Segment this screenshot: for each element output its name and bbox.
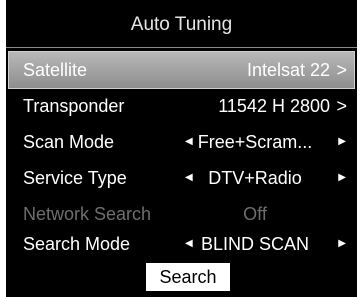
- transponder-row[interactable]: Transponder 11542 H 2800 >: [9, 88, 354, 124]
- satellite-value: Intelsat 22: [246, 60, 330, 80]
- satellite-row[interactable]: Satellite Intelsat 22 >: [8, 51, 355, 89]
- search-button-area: Search: [6, 263, 357, 293]
- triangle-right-icon[interactable]: ▶: [338, 160, 346, 196]
- triangle-right-icon[interactable]: ▶: [338, 226, 346, 262]
- service-type-row[interactable]: Service Type ◀ DTV+Radio ▶: [9, 160, 354, 196]
- search-button[interactable]: Search: [146, 263, 230, 291]
- triangle-right-icon[interactable]: ▶: [338, 124, 346, 160]
- page-title: Auto Tuning: [130, 14, 233, 35]
- service-type-label: Service Type: [23, 168, 127, 188]
- search-mode-value: BLIND SCAN: [200, 234, 310, 254]
- transponder-label: Transponder: [23, 96, 125, 116]
- auto-tuning-screen: Auto Tuning Satellite Intelsat 22 > Tran…: [6, 0, 357, 297]
- search-mode-row[interactable]: Search Mode ◀ BLIND SCAN ▶: [9, 226, 354, 262]
- scan-mode-value: Free+Scram...: [197, 132, 313, 152]
- transponder-value: 11542 H 2800: [218, 96, 330, 116]
- scan-mode-row[interactable]: Scan Mode ◀ Free+Scram... ▶: [9, 124, 354, 160]
- chevron-right-icon[interactable]: >: [336, 88, 347, 124]
- chevron-right-icon[interactable]: >: [336, 52, 347, 88]
- service-type-value: DTV+Radio: [208, 168, 302, 188]
- satellite-label: Satellite: [23, 60, 88, 80]
- scan-mode-label: Scan Mode: [23, 132, 115, 152]
- title-divider: [6, 47, 357, 48]
- search-mode-label: Search Mode: [23, 234, 131, 254]
